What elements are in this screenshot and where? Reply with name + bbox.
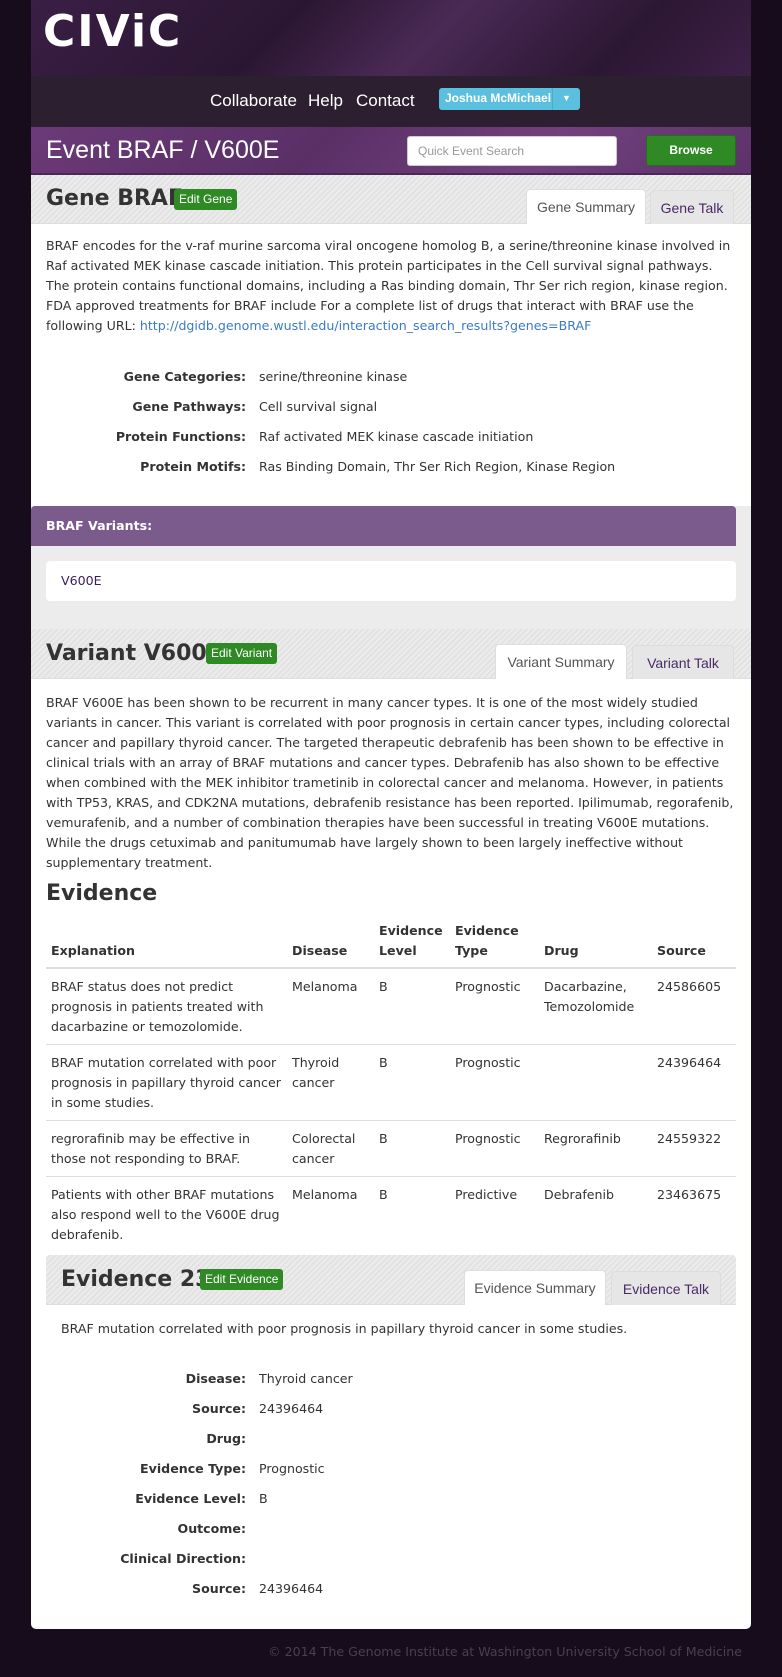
variant-section-header: Variant V600E Edit Variant Variant Summa… bbox=[31, 629, 751, 679]
col-evidence-level[interactable]: Evidence Level bbox=[374, 917, 450, 969]
user-name: Joshua McMichael bbox=[445, 91, 552, 105]
evidence-item-title: Evidence 23 bbox=[61, 1267, 211, 1292]
col-evidence-type[interactable]: Evidence Type bbox=[450, 917, 539, 969]
event-bar: Event BRAF / V600E Browse bbox=[31, 127, 751, 175]
evidence-item-description: BRAF mutation correlated with poor progn… bbox=[61, 1321, 628, 1336]
cell-type: Prognostic bbox=[450, 967, 539, 1045]
evidence-source-label: Source: bbox=[192, 1401, 246, 1416]
edit-evidence-button[interactable]: Edit Evidence bbox=[200, 1269, 284, 1290]
tab-gene-summary[interactable]: Gene Summary bbox=[526, 189, 646, 224]
variant-summary-panel: BRAF V600E has been shown to be recurren… bbox=[31, 679, 751, 1629]
evidence-heading: Evidence bbox=[46, 881, 158, 906]
gene-summary-panel: BRAF encodes for the v-raf murine sarcom… bbox=[31, 224, 751, 629]
dgidb-link[interactable]: http://dgidb.genome.wustl.edu/interactio… bbox=[140, 318, 592, 333]
cell-drug: Regrorafinib bbox=[539, 1120, 652, 1177]
variants-panel: BRAF Variants: V600E bbox=[31, 506, 751, 629]
evidence-type-label: Evidence Type: bbox=[140, 1461, 246, 1476]
clinical-direction-label: Clinical Direction: bbox=[120, 1551, 246, 1566]
gene-section-header: Gene BRAF Edit Gene Gene Summary Gene Ta… bbox=[31, 175, 751, 224]
protein-motifs-label: Protein Motifs: bbox=[140, 459, 246, 474]
tab-evidence-summary[interactable]: Evidence Summary bbox=[464, 1270, 606, 1305]
cell-type: Predictive bbox=[450, 1176, 539, 1252]
user-menu-button[interactable]: Joshua McMichael ▼ bbox=[439, 88, 580, 110]
civic-logo[interactable]: CIViC bbox=[43, 10, 182, 54]
col-drug[interactable]: Drug bbox=[539, 917, 652, 969]
gene-pathways-value: Cell survival signal bbox=[259, 399, 378, 414]
cell-source[interactable]: 24559322 bbox=[652, 1120, 736, 1177]
quick-event-search-input[interactable] bbox=[407, 136, 617, 166]
edit-gene-button[interactable]: Edit Gene bbox=[174, 189, 238, 210]
cell-type: Prognostic bbox=[450, 1120, 539, 1177]
tab-gene-talk[interactable]: Gene Talk bbox=[650, 190, 734, 224]
evidence-type-value: Prognostic bbox=[259, 1461, 325, 1476]
variants-header: BRAF Variants: bbox=[31, 506, 736, 546]
evidence-outcome-label: Outcome: bbox=[177, 1521, 246, 1536]
top-nav: Collaborate Help Contact Joshua McMichae… bbox=[31, 76, 751, 127]
cell-type: Prognostic bbox=[450, 1044, 539, 1121]
nav-help[interactable]: Help bbox=[308, 91, 343, 111]
cell-explanation: BRAF status does not predict prognosis i… bbox=[46, 967, 287, 1045]
cell-level: B bbox=[374, 1120, 450, 1177]
table-row[interactable]: BRAF mutation correlated with poor progn… bbox=[46, 1044, 736, 1121]
cell-disease: Melanoma bbox=[287, 967, 374, 1045]
col-source[interactable]: Source bbox=[652, 917, 736, 969]
evidence-source2-label: Source: bbox=[192, 1581, 246, 1596]
app-frame: CIViC Collaborate Help Contact Joshua Mc… bbox=[31, 0, 751, 1629]
tab-variant-talk[interactable]: Variant Talk bbox=[632, 645, 734, 679]
protein-motifs-value: Ras Binding Domain, Thr Ser Rich Region,… bbox=[259, 459, 616, 474]
cell-drug: Dacarbazine, Temozolomide bbox=[539, 967, 652, 1045]
browse-button[interactable]: Browse bbox=[646, 135, 736, 166]
variant-description: BRAF V600E has been shown to be recurren… bbox=[46, 695, 734, 870]
evidence-disease-label: Disease: bbox=[185, 1371, 246, 1386]
event-title: Event BRAF / V600E bbox=[46, 136, 280, 164]
cell-disease: Melanoma bbox=[287, 1176, 374, 1252]
cell-explanation: Patients with other BRAF mutations also … bbox=[46, 1176, 287, 1252]
cell-drug: Debrafenib bbox=[539, 1176, 652, 1252]
gene-categories-label: Gene Categories: bbox=[123, 369, 246, 384]
chevron-down-icon[interactable]: ▼ bbox=[552, 88, 580, 110]
gene-pathways-label: Gene Pathways: bbox=[132, 399, 246, 414]
brand-banner: CIViC bbox=[31, 0, 751, 76]
col-explanation[interactable]: Explanation bbox=[46, 917, 287, 969]
tab-variant-summary[interactable]: Variant Summary bbox=[495, 644, 627, 679]
evidence-level-label: Evidence Level: bbox=[135, 1491, 246, 1506]
cell-disease: Thyroid cancer bbox=[287, 1044, 374, 1121]
cell-disease: Colorectal cancer bbox=[287, 1120, 374, 1177]
evidence-disease-value: Thyroid cancer bbox=[259, 1371, 353, 1386]
table-row[interactable]: regrorafinib may be effective in those n… bbox=[46, 1120, 736, 1177]
cell-source[interactable]: 23463675 bbox=[652, 1176, 736, 1252]
cell-explanation: regrorafinib may be effective in those n… bbox=[46, 1120, 287, 1177]
tab-evidence-talk[interactable]: Evidence Talk bbox=[611, 1271, 721, 1305]
cell-source[interactable]: 24396464 bbox=[652, 1044, 736, 1121]
cell-level: B bbox=[374, 1044, 450, 1121]
col-disease[interactable]: Disease bbox=[287, 917, 374, 969]
evidence-drug-label: Drug: bbox=[206, 1431, 246, 1446]
cell-explanation: BRAF mutation correlated with poor progn… bbox=[46, 1044, 287, 1121]
gene-title: Gene BRAF bbox=[46, 186, 183, 211]
cell-level: B bbox=[374, 967, 450, 1045]
footer-copyright: © 2014 The Genome Institute at Washingto… bbox=[268, 1644, 743, 1659]
protein-functions-label: Protein Functions: bbox=[115, 429, 246, 444]
nav-contact[interactable]: Contact bbox=[356, 91, 415, 111]
table-row[interactable]: BRAF status does not predict prognosis i… bbox=[46, 967, 736, 1045]
gene-categories-value: serine/threonine kinase bbox=[259, 369, 408, 384]
evidence-table: Explanation Disease Evidence Level Evide… bbox=[46, 917, 736, 1252]
evidence-item-header: Evidence 23 Edit Evidence Evidence Summa… bbox=[46, 1255, 736, 1305]
variant-item-v600e[interactable]: V600E bbox=[46, 561, 736, 601]
cell-level: B bbox=[374, 1176, 450, 1252]
evidence-level-value: B bbox=[259, 1491, 268, 1506]
evidence-table-header: Explanation Disease Evidence Level Evide… bbox=[46, 917, 736, 969]
nav-collaborate[interactable]: Collaborate bbox=[210, 91, 297, 111]
protein-functions-value: Raf activated MEK kinase cascade initiat… bbox=[259, 429, 534, 444]
table-row[interactable]: Patients with other BRAF mutations also … bbox=[46, 1176, 736, 1252]
gene-description: BRAF encodes for the v-raf murine sarcom… bbox=[46, 236, 736, 336]
edit-variant-button[interactable]: Edit Variant bbox=[206, 643, 278, 664]
cell-source[interactable]: 24586605 bbox=[652, 967, 736, 1045]
evidence-source2-value[interactable]: 24396464 bbox=[259, 1581, 323, 1596]
cell-drug bbox=[539, 1044, 652, 1121]
evidence-source-value[interactable]: 24396464 bbox=[259, 1401, 323, 1416]
variant-title: Variant V600E bbox=[46, 641, 222, 666]
